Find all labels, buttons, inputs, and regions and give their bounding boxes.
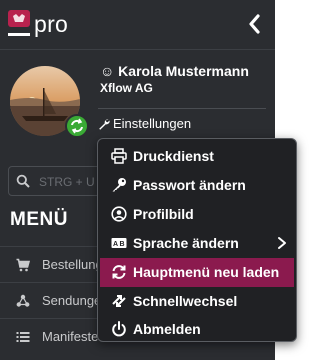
nav-item-label: Manifeste <box>42 329 99 344</box>
logo-icon[interactable] <box>8 10 30 38</box>
nav-item-bestellungen[interactable]: Bestellungen <box>0 248 100 282</box>
profile-area <box>10 66 89 138</box>
menu-item-abmelden[interactable]: Abmelden <box>100 315 294 344</box>
language-icon: A B <box>111 238 127 248</box>
menu-heading: MENÜ <box>10 209 68 230</box>
top-bar: pro <box>0 0 275 50</box>
nav-item-sendungen[interactable]: Sendungen <box>0 284 100 318</box>
brand-name: pro <box>34 11 69 37</box>
divider <box>0 318 100 319</box>
user-company: Xflow AG <box>100 81 153 95</box>
menu-item-label: Passwort ändern <box>133 177 246 193</box>
swap-icon <box>112 295 126 307</box>
user-dropdown-menu: Druckdienst Passwort ändern Profilbild A… <box>97 138 297 342</box>
share-icon <box>16 294 30 307</box>
search-box <box>8 166 108 196</box>
menu-item-label: Schnellwechsel <box>133 293 238 309</box>
menu-item-label: Druckdienst <box>133 148 214 164</box>
menu-item-sprache-aendern[interactable]: A B Sprache ändern <box>100 229 294 258</box>
divider <box>0 246 100 247</box>
refresh-icon <box>112 265 126 279</box>
search-icon <box>16 174 30 188</box>
collapse-sidebar-button[interactable] <box>243 10 267 38</box>
nav-item-manifeste[interactable]: Manifeste <box>0 320 100 354</box>
svg-text:A: A <box>113 241 118 248</box>
power-icon <box>112 321 126 337</box>
chevron-right-icon <box>278 237 286 249</box>
list-icon <box>16 332 30 342</box>
cart-icon <box>16 258 30 272</box>
nav-item-label: Bestellungen <box>42 257 100 272</box>
menu-item-passwort-aendern[interactable]: Passwort ändern <box>100 171 294 200</box>
menu-item-label: Sprache ändern <box>133 235 239 251</box>
key-icon <box>112 178 126 192</box>
svg-text:B: B <box>120 241 125 248</box>
menu-item-label: Abmelden <box>133 321 201 337</box>
divider <box>98 108 266 109</box>
divider <box>0 282 100 283</box>
printer-icon <box>111 148 127 164</box>
settings-label: Einstellungen <box>113 116 192 131</box>
menu-item-label: Profilbild <box>133 206 194 222</box>
menu-item-label: Hauptmenü neu laden <box>133 264 280 280</box>
wrench-icon <box>99 119 110 130</box>
settings-link[interactable]: Einstellungen <box>98 116 191 131</box>
sync-status-icon <box>65 114 89 138</box>
user-name: ☺ Karola Mustermann <box>100 63 249 79</box>
menu-item-profilbild[interactable]: Profilbild <box>100 200 294 229</box>
user-circle-icon <box>111 206 127 222</box>
nav-item-label: Sendungen <box>42 293 100 308</box>
menu-item-hauptmenue-neu-laden[interactable]: Hauptmenü neu laden <box>100 258 294 287</box>
menu-item-druckdienst[interactable]: Druckdienst <box>100 142 294 171</box>
search-input[interactable] <box>39 172 105 192</box>
menu-item-schnellwechsel[interactable]: Schnellwechsel <box>100 287 294 316</box>
